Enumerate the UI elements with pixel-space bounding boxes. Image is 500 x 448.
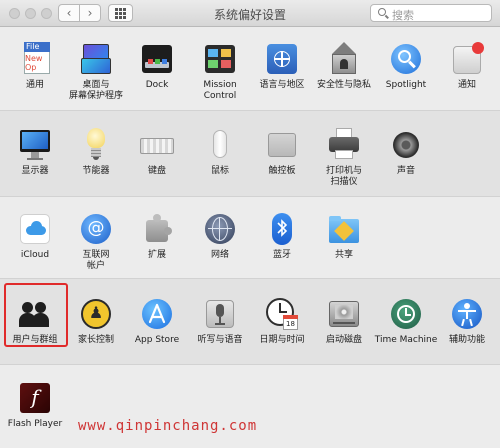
pref-language-region[interactable]: 语言与地区: [249, 42, 315, 91]
close-window-button[interactable]: [9, 8, 20, 19]
trackpad-icon: [265, 128, 299, 162]
pref-extensions[interactable]: 扩展: [124, 212, 190, 261]
forward-button[interactable]: ›: [79, 4, 101, 22]
date-time-icon: 18: [265, 297, 299, 331]
pref-parental-controls[interactable]: ♟ 家长控制: [63, 297, 129, 346]
icloud-icon: [18, 212, 52, 246]
pref-security-privacy[interactable]: 安全性与隐私: [311, 42, 377, 91]
pref-icloud[interactable]: iCloud: [2, 212, 68, 261]
security-privacy-icon: [327, 42, 361, 76]
zoom-window-button[interactable]: [41, 8, 52, 19]
pref-displays[interactable]: 显示器: [2, 128, 68, 177]
system-preferences-window: ‹ › 系统偏好设置 搜索 File New Op 通用 桌面与 屏幕保护程序 …: [0, 0, 500, 448]
pref-desktop-screensaver[interactable]: 桌面与 屏幕保护程序: [63, 42, 129, 102]
startup-disk-icon: [327, 297, 361, 331]
pref-network[interactable]: 网络: [187, 212, 253, 261]
chevron-right-icon: ›: [87, 6, 93, 20]
parental-controls-icon: ♟: [79, 297, 113, 331]
pref-spotlight[interactable]: Spotlight: [373, 42, 439, 91]
pref-keyboard[interactable]: 键盘: [124, 128, 190, 177]
pref-dictation-speech[interactable]: 听写与语音: [187, 297, 253, 346]
general-icon: File New Op: [18, 42, 52, 76]
printers-scanners-icon: [327, 128, 361, 162]
pref-startup-disk[interactable]: 启动磁盘: [311, 297, 377, 346]
language-region-icon: [265, 42, 299, 76]
pref-accessibility[interactable]: 辅助功能: [434, 297, 500, 346]
pref-notifications[interactable]: 通知: [434, 42, 500, 91]
title-bar: ‹ › 系统偏好设置 搜索: [0, 0, 500, 27]
energy-saver-icon: [79, 128, 113, 162]
search-icon: [378, 8, 386, 16]
back-button[interactable]: ‹: [58, 4, 80, 22]
pref-bluetooth[interactable]: 蓝牙: [249, 212, 315, 261]
pref-flash-player[interactable]: f Flash Player: [2, 381, 68, 430]
search-placeholder: 搜索: [392, 9, 414, 22]
pref-dock[interactable]: Dock: [124, 42, 190, 91]
pref-sound[interactable]: 声音: [373, 128, 439, 177]
extensions-icon: [140, 212, 174, 246]
pref-date-time[interactable]: 18 日期与时间: [249, 297, 315, 346]
desktop-screensaver-icon: [79, 42, 113, 76]
internet-accounts-icon: @: [79, 212, 113, 246]
search-field[interactable]: 搜索: [370, 4, 492, 22]
sharing-icon: [327, 212, 361, 246]
accessibility-icon: [450, 297, 484, 331]
pref-energy-saver[interactable]: 节能器: [63, 128, 129, 177]
watermark: www.qinpinchang.com: [78, 418, 258, 434]
pref-printers-scanners[interactable]: 打印机与 扫描仪: [311, 128, 377, 188]
users-groups-highlight: [4, 283, 68, 347]
network-icon: [203, 212, 237, 246]
chevron-left-icon: ‹: [66, 6, 72, 20]
mouse-icon: [203, 128, 237, 162]
mission-control-icon: [203, 42, 237, 76]
pref-app-store[interactable]: App Store: [124, 297, 190, 346]
pref-mission-control[interactable]: Mission Control: [187, 42, 253, 102]
section-other: [0, 365, 500, 448]
app-store-icon: [140, 297, 174, 331]
pref-sharing[interactable]: 共享: [311, 212, 377, 261]
show-all-button[interactable]: [108, 4, 133, 22]
bluetooth-icon: [265, 212, 299, 246]
pref-general[interactable]: File New Op 通用: [2, 42, 68, 91]
displays-icon: [18, 128, 52, 162]
dock-icon: [140, 42, 174, 76]
sound-icon: [389, 128, 423, 162]
pref-internet-accounts[interactable]: @ 互联网 帐户: [63, 212, 129, 272]
pref-mouse[interactable]: 鼠标: [187, 128, 253, 177]
window-title: 系统偏好设置: [213, 8, 286, 22]
time-machine-icon: [389, 297, 423, 331]
keyboard-icon: [140, 128, 174, 162]
spotlight-icon: [389, 42, 423, 76]
minimize-window-button[interactable]: [25, 8, 36, 19]
pref-time-machine[interactable]: Time Machine: [373, 297, 439, 346]
dictation-speech-icon: [203, 297, 237, 331]
pref-trackpad[interactable]: 触控板: [249, 128, 315, 177]
flash-player-icon: f: [18, 381, 52, 415]
notifications-icon: [450, 42, 484, 76]
